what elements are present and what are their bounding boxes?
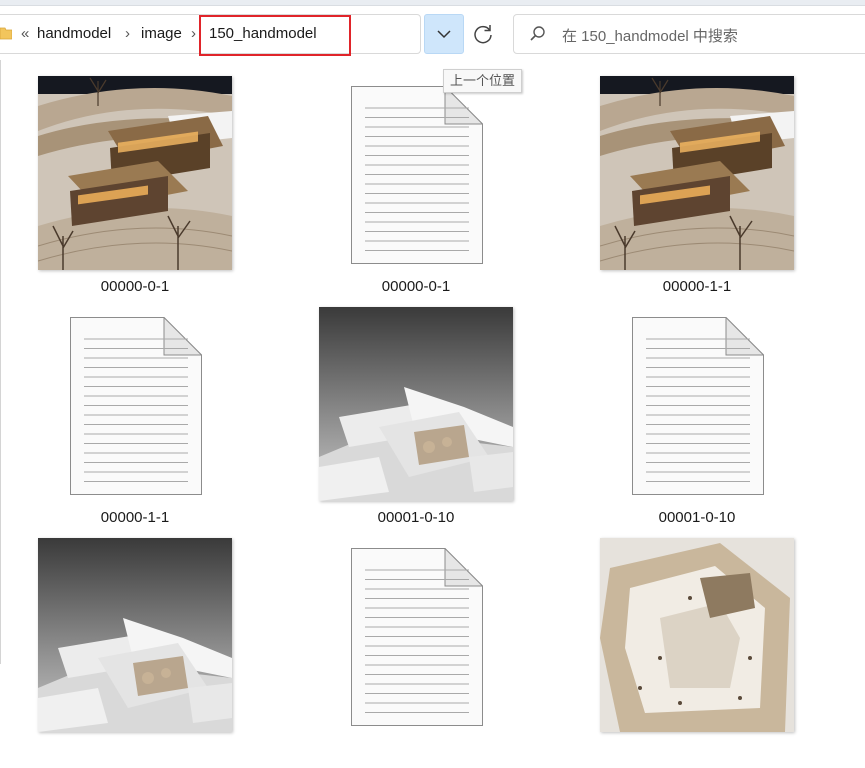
file-item-text[interactable]: 00001-0-10 [597, 307, 797, 537]
file-item-image[interactable]: 00000-1-1 [597, 76, 797, 306]
refresh-button[interactable] [466, 18, 500, 52]
image-thumbnail [600, 76, 794, 270]
annotation-highlight-box [199, 15, 351, 56]
search-icon [530, 26, 545, 41]
breadcrumb-item-image[interactable]: image [141, 24, 182, 44]
tooltip: 上一个位置 [443, 69, 523, 93]
image-thumbnail [38, 76, 232, 270]
breadcrumb-overflow[interactable]: « [21, 24, 29, 44]
breadcrumb-separator[interactable]: › [191, 24, 196, 44]
file-item-image[interactable]: 00000-0-1 [35, 76, 235, 306]
file-name-label: 00000-0-1 [381, 278, 451, 295]
title-bar-edge [0, 0, 865, 6]
image-thumbnail [319, 307, 513, 501]
text-document-icon [70, 316, 203, 495]
search-input[interactable]: 在 150_handmodel 中搜索 [562, 25, 738, 46]
file-item-text[interactable]: 00000-0-1 [316, 76, 516, 306]
text-document-icon [632, 316, 765, 495]
image-thumbnail [600, 538, 794, 732]
breadcrumb-item-handmodel[interactable]: handmodel [37, 24, 111, 44]
file-item-image[interactable] [35, 538, 235, 768]
file-name-label: 00000-1-1 [100, 509, 170, 526]
folder-icon [0, 27, 12, 40]
text-document-icon [351, 85, 484, 264]
file-name-label: 00001-0-10 [658, 509, 736, 526]
image-thumbnail [38, 538, 232, 732]
file-name-label: 00001-0-10 [377, 509, 455, 526]
refresh-icon [474, 25, 492, 44]
file-name-label: 00000-0-1 [100, 278, 170, 295]
file-item-image[interactable] [597, 538, 797, 768]
navigation-pane-edge [0, 60, 1, 664]
file-item-text[interactable]: 00000-1-1 [35, 307, 235, 537]
file-item-image[interactable]: 00001-0-10 [316, 307, 516, 537]
address-history-button[interactable] [424, 14, 464, 54]
text-document-icon [351, 547, 484, 726]
file-name-label: 00000-1-1 [662, 278, 732, 295]
breadcrumb-separator[interactable]: › [125, 24, 130, 44]
chevron-down-icon [437, 30, 451, 39]
file-item-text[interactable] [316, 538, 516, 768]
